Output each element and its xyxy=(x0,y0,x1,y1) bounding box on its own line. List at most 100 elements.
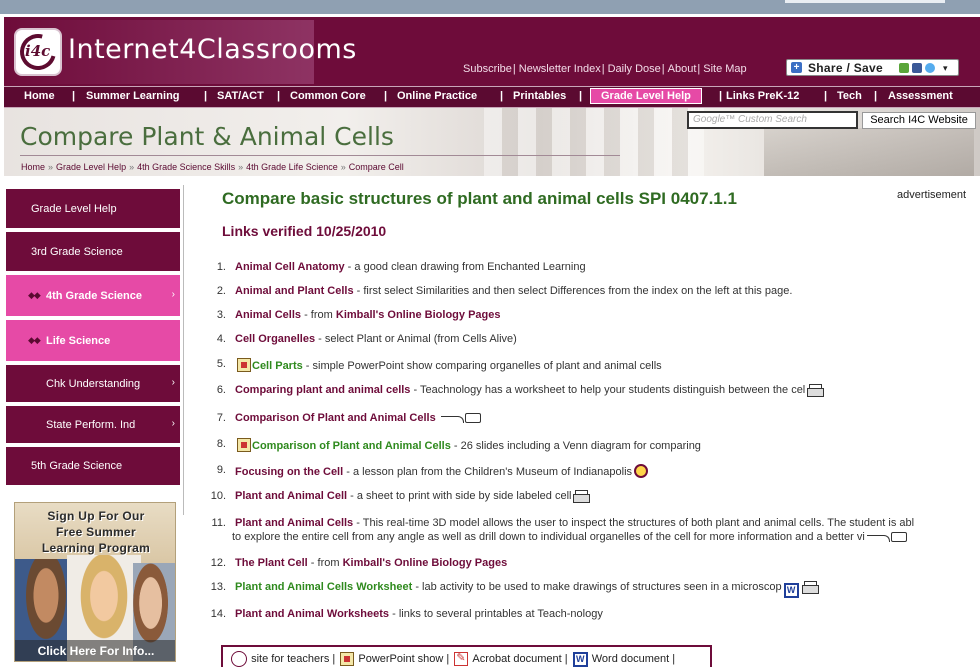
resource-link[interactable]: Animal Cell Anatomy xyxy=(235,261,345,273)
nav-tech[interactable]: Tech xyxy=(837,90,862,102)
acrobat-icon xyxy=(454,651,469,666)
breadcrumb-separator: » xyxy=(340,162,346,172)
sidebar-item-label: Life Science xyxy=(46,335,111,347)
sidebar-item-label: Chk Understanding xyxy=(46,378,141,390)
resource-link[interactable]: Plant and Animal Worksheets xyxy=(235,608,389,620)
source-link[interactable]: Kimball's Online Biology Pages xyxy=(343,557,508,569)
nav-grade-level-help[interactable]: Grade Level Help xyxy=(590,88,702,104)
breadcrumb-item[interactable]: Home xyxy=(21,162,45,172)
sidebar-item-chk-understanding[interactable]: Chk Understanding › xyxy=(6,365,180,404)
sidebar-item-4th-grade-science[interactable]: ◆◆ 4th Grade Science › xyxy=(6,275,180,318)
nav-home[interactable]: Home xyxy=(24,90,55,102)
resource-link[interactable]: Cell Parts xyxy=(252,360,303,372)
sidebar-item-5th-grade-science[interactable]: 5th Grade Science xyxy=(6,447,180,487)
expanded-marker-icon: ◆◆ xyxy=(28,290,41,300)
sidebar-item-state-perform-ind[interactable]: State Perform. Ind › xyxy=(6,406,180,445)
site-search-input[interactable]: Google™ Custom Search xyxy=(687,111,858,129)
nav-separator: | xyxy=(500,90,504,102)
list-number: 9. xyxy=(216,464,226,476)
powerpoint-icon xyxy=(237,438,251,452)
nav-separator: | xyxy=(384,90,388,102)
list-number: 3. xyxy=(216,309,226,321)
nav-printables[interactable]: Printables xyxy=(513,90,566,102)
nav-separator: | xyxy=(277,90,281,102)
nav-links-prek-12[interactable]: Links PreK-12 xyxy=(726,90,799,102)
word-icon: W xyxy=(572,651,588,667)
resource-link[interactable]: The Plant Cell xyxy=(235,557,308,569)
share-dropdown-icon[interactable]: ▾ xyxy=(943,63,953,73)
list-number: 4. xyxy=(216,333,226,345)
resource-description: - links to several printables at Teach-n… xyxy=(389,608,603,620)
printer-icon xyxy=(573,490,591,503)
top-link-newsletter-index[interactable]: Newsletter Index xyxy=(519,63,601,75)
resource-link[interactable]: Comparing plant and animal cells xyxy=(235,384,410,396)
sidebar-item-label: 3rd Grade Science xyxy=(31,246,123,258)
breadcrumb-item[interactable]: 4th Grade Life Science xyxy=(246,162,338,172)
resource-link[interactable]: Cell Organelles xyxy=(235,333,315,345)
breadcrumb-item: Compare Cell xyxy=(348,162,404,172)
nav-separator: | xyxy=(824,90,828,102)
top-link-about[interactable]: About xyxy=(668,63,697,75)
resource-link[interactable]: Plant and Animal Cell xyxy=(235,490,347,502)
nav-separator: | xyxy=(719,90,723,102)
sidebar: Grade Level Help 3rd Grade Science ◆◆ 4th G… xyxy=(4,185,184,515)
promo-line: Sign Up For Our xyxy=(47,509,145,523)
breadcrumb-separator: » xyxy=(48,162,54,172)
top-link-subscribe[interactable]: Subscribe xyxy=(463,63,512,75)
twitter-icon[interactable] xyxy=(925,63,935,73)
share-email-icon[interactable] xyxy=(899,63,909,73)
list-number: 7. xyxy=(216,412,226,424)
nav-online-practice[interactable]: Online Practice xyxy=(397,90,477,102)
top-link-daily-dose[interactable]: Daily Dose xyxy=(608,63,661,75)
apple-icon xyxy=(231,651,247,667)
nav-common-core[interactable]: Common Core xyxy=(290,90,366,102)
share-plus-icon: + xyxy=(791,62,802,73)
breadcrumb-item[interactable]: Grade Level Help xyxy=(56,162,126,172)
chevron-right-icon: › xyxy=(171,289,175,300)
summer-learning-promo[interactable]: Sign Up For Our Free Summer Learning Pro… xyxy=(14,502,176,662)
browser-top-strip xyxy=(0,0,980,14)
main-nav: Home Summer Learning SAT/ACT Common Core Onl… xyxy=(4,86,980,108)
resource-link[interactable]: Animal and Plant Cells xyxy=(235,285,354,297)
page-banner: Compare Plant & Animal Cells Home» Grade … xyxy=(4,108,980,176)
top-search-pill[interactable] xyxy=(785,0,945,3)
resource-link[interactable]: Plant and Animal Cells xyxy=(235,517,353,529)
source-link[interactable]: Kimball's Online Biology Pages xyxy=(336,309,501,321)
sidebar-item-grade-level-help[interactable]: Grade Level Help xyxy=(6,189,180,230)
resource-link[interactable]: Plant and Animal Cells Worksheet xyxy=(235,581,412,593)
breadcrumb: Home» Grade Level Help» 4th Grade Science … xyxy=(21,162,404,172)
site-search-button[interactable]: Search I4C Website xyxy=(862,112,976,129)
sidebar-item-life-science[interactable]: ◆◆ Life Science xyxy=(6,320,180,363)
promo-cta[interactable]: Click Here For Info... xyxy=(15,640,175,661)
resource-description: - from xyxy=(301,309,336,321)
resource-link[interactable]: Focusing on the Cell xyxy=(235,466,343,478)
resource-description: - a lesson plan from the Children's Muse… xyxy=(343,466,633,478)
links-verified: Links verified 10/25/2010 xyxy=(222,223,387,239)
resource-description: - 26 slides including a Venn diagram for… xyxy=(450,440,701,452)
breadcrumb-separator: » xyxy=(129,162,135,172)
nav-sat-act[interactable]: SAT/ACT xyxy=(217,90,264,102)
site-logo[interactable]: i4c Internet4Classrooms xyxy=(6,20,356,84)
resource-link[interactable]: Comparison of Plant and Animal Cells xyxy=(252,440,451,452)
sidebar-item-label: Grade Level Help xyxy=(31,203,117,215)
resource-link[interactable]: Comparison Of Plant and Animal Cells xyxy=(235,412,436,424)
title-divider xyxy=(20,155,620,156)
promo-line: Free Summer xyxy=(56,525,136,539)
plugin-icon xyxy=(866,531,909,543)
nav-separator: | xyxy=(72,90,76,102)
facebook-icon[interactable] xyxy=(912,63,922,73)
main-content: Compare basic structures of plant and an… xyxy=(190,185,980,667)
list-number: 1. xyxy=(216,261,226,273)
resource-description: to explore the entire cell from any angl… xyxy=(232,531,865,543)
list-number: 5. xyxy=(216,358,226,370)
promo-line: Learning Program xyxy=(41,541,151,555)
resource-description: - Teachnology has a worksheet to help yo… xyxy=(410,384,806,396)
share-save-button[interactable]: + Share / Save ▾ xyxy=(786,59,959,76)
resource-link[interactable]: Animal Cells xyxy=(235,309,301,321)
sidebar-item-3rd-grade-science[interactable]: 3rd Grade Science xyxy=(6,232,180,273)
nav-summer-learning[interactable]: Summer Learning xyxy=(86,90,180,102)
breadcrumb-item[interactable]: 4th Grade Science Skills xyxy=(137,162,235,172)
top-link-site-map[interactable]: Site Map xyxy=(703,63,746,75)
resource-description: - This real-time 3D model allows the use… xyxy=(353,517,915,529)
nav-assessment[interactable]: Assessment xyxy=(888,90,953,102)
